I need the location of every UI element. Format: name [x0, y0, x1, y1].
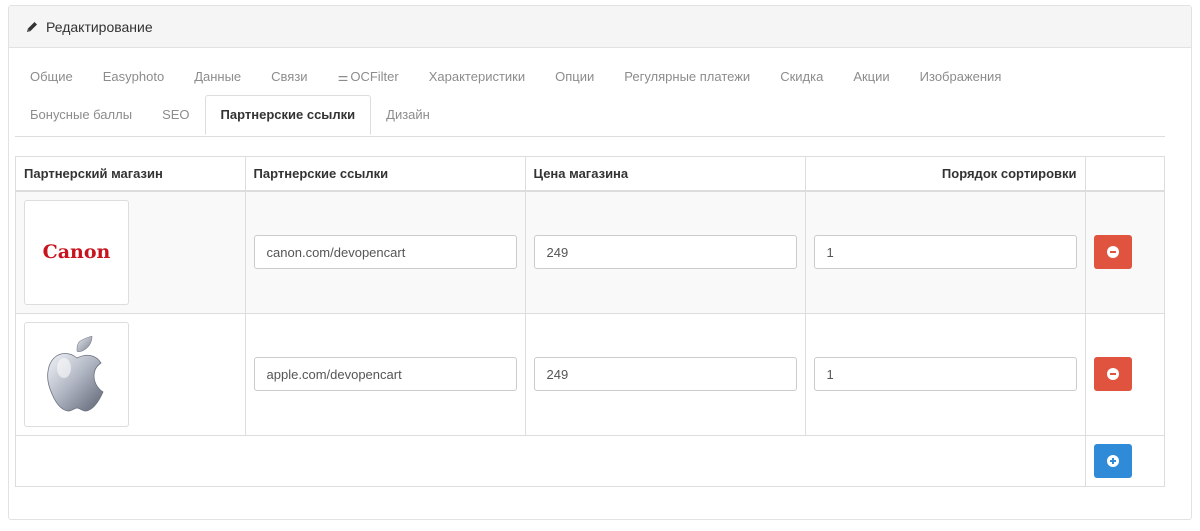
store-image-thumb[interactable] [24, 321, 129, 427]
table-row: Canon [15, 190, 1166, 314]
tab-label: Дизайн [386, 107, 430, 122]
header-store: Партнерский магазин [15, 156, 246, 192]
tab-discount[interactable]: Скидка [765, 58, 838, 96]
apple-logo [46, 336, 104, 412]
partner-link-input[interactable] [253, 235, 517, 269]
tab-label: Акции [853, 69, 890, 84]
price-cell [524, 190, 806, 314]
tab-row-1: Общие Easyphoto Данные Связи ⚌ OCFilter Х… [15, 58, 1165, 96]
tab-label: Связи [271, 69, 308, 84]
panel-heading: Редактирование [9, 6, 1191, 48]
minus-circle-icon [1106, 368, 1119, 380]
table-header-row: Партнерский магазин Партнерские ссылки Ц… [15, 156, 1166, 192]
pencil-icon [25, 20, 39, 34]
canon-logo: Canon [42, 241, 111, 263]
tab-bar: Общие Easyphoto Данные Связи ⚌ OCFilter Х… [15, 58, 1165, 135]
tab-general[interactable]: Общие [15, 58, 88, 96]
sort-order-input[interactable] [813, 235, 1077, 269]
tab-design[interactable]: Дизайн [371, 96, 445, 134]
minus-circle-icon [1106, 246, 1119, 258]
tab-label: SEO [162, 107, 190, 122]
tab-seo[interactable]: SEO [147, 96, 204, 134]
tab-label: Бонусные баллы [30, 107, 133, 122]
action-cell [1084, 190, 1166, 314]
action-cell [1084, 312, 1166, 436]
tab-label: Данные [194, 69, 242, 84]
store-price-input[interactable] [533, 357, 797, 391]
remove-row-button[interactable] [1093, 235, 1132, 269]
sort-cell [804, 312, 1086, 436]
header-price: Цена магазина [524, 156, 806, 192]
tab-ocfilter[interactable]: ⚌ OCFilter [323, 58, 414, 96]
partner-links-table-wrap: Партнерский магазин Партнерские ссылки Ц… [15, 156, 1166, 487]
tab-label: OCFilter [350, 69, 399, 84]
tab-label: Регулярные платежи [624, 69, 751, 84]
panel-title: Редактирование [46, 18, 153, 35]
tab-label: Общие [30, 69, 73, 84]
tab-data[interactable]: Данные [179, 58, 256, 96]
tab-label: Партнерские ссылки [220, 107, 356, 122]
tab-label: Опции [555, 69, 595, 84]
tab-partner-links[interactable]: Партнерские ссылки [204, 95, 372, 135]
tab-reward[interactable]: Бонусные баллы [15, 96, 147, 134]
header-actions [1084, 156, 1166, 192]
tab-attributes[interactable]: Характеристики [414, 58, 540, 96]
sort-order-input[interactable] [813, 357, 1077, 391]
add-action-cell [1084, 434, 1166, 487]
tab-label: Изображения [919, 69, 1002, 84]
table-row [15, 312, 1166, 436]
store-price-input[interactable] [533, 235, 797, 269]
tab-easyphoto[interactable]: Easyphoto [88, 58, 179, 96]
table-footer-row [15, 434, 1166, 487]
link-cell [244, 312, 526, 436]
tab-images[interactable]: Изображения [905, 58, 1017, 96]
store-cell [15, 312, 246, 436]
tab-divider [15, 136, 1165, 137]
sliders-icon: ⚌ [337, 70, 349, 84]
partner-link-input[interactable] [253, 357, 517, 391]
plus-circle-icon [1106, 454, 1119, 467]
partner-links-table: Партнерский магазин Партнерские ссылки Ц… [15, 156, 1166, 487]
tab-label: Скидка [780, 69, 824, 84]
tab-recurring[interactable]: Регулярные платежи [609, 58, 765, 96]
add-row-button[interactable] [1093, 443, 1132, 478]
remove-row-button[interactable] [1093, 357, 1132, 391]
tab-label: Easyphoto [102, 69, 165, 84]
store-cell: Canon [15, 190, 246, 314]
store-image-thumb[interactable]: Canon [24, 199, 129, 305]
tab-label: Характеристики [428, 69, 526, 84]
price-cell [524, 312, 806, 436]
tab-row-2: Бонусные баллы SEO Партнерские ссылки Ди… [15, 95, 1165, 135]
link-cell [244, 190, 526, 314]
footer-spacer-cell [15, 434, 1086, 487]
tab-links[interactable]: Связи [256, 58, 322, 96]
tab-special[interactable]: Акции [838, 58, 904, 96]
sort-cell [804, 190, 1086, 314]
header-sort: Порядок сортировки [804, 156, 1086, 192]
tab-options[interactable]: Опции [540, 58, 609, 96]
header-links: Партнерские ссылки [244, 156, 526, 192]
